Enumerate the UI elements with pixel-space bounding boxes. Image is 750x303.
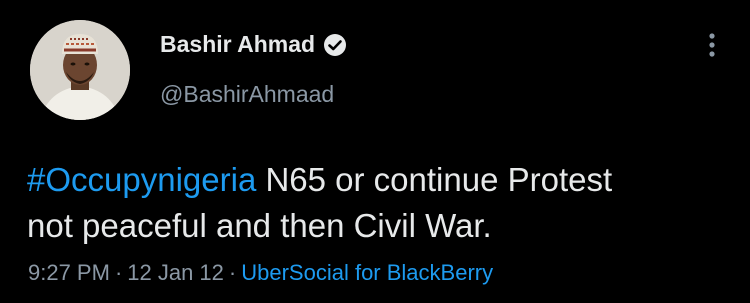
avatar-image	[30, 20, 130, 120]
tweet-date[interactable]: 12 Jan 12	[127, 260, 224, 285]
tweet-text-line-2: not peaceful and then Civil War.	[27, 207, 492, 244]
verified-badge-icon	[323, 33, 347, 57]
tweet-text-line-1-rest: N65 or continue Protest	[256, 161, 613, 198]
meta-separator: ·	[114, 260, 123, 285]
hashtag-link[interactable]: #Occupynigeria	[27, 161, 256, 198]
user-handle[interactable]: @BashirAhmaad	[160, 81, 334, 108]
author-name-row[interactable]: Bashir Ahmad	[160, 31, 347, 58]
meta-separator-2: ·	[228, 260, 237, 285]
tweet-card: Bashir Ahmad @BashirAhmaad #Occupynigeri…	[0, 0, 750, 303]
tweet-text: #Occupynigeria N65 or continue Protest n…	[27, 157, 727, 249]
tweet-text-line-1: #Occupynigeria N65 or continue Protest	[27, 157, 727, 203]
avatar[interactable]	[30, 20, 130, 120]
tweet-source-link[interactable]: UberSocial for BlackBerry	[241, 260, 493, 285]
tweet-time[interactable]: 9:27 PM	[28, 260, 110, 285]
more-vertical-icon[interactable]	[702, 30, 722, 60]
tweet-metadata: 9:27 PM · 12 Jan 12 · UberSocial for BlackBe…	[28, 260, 493, 286]
display-name[interactable]: Bashir Ahmad	[160, 31, 315, 58]
